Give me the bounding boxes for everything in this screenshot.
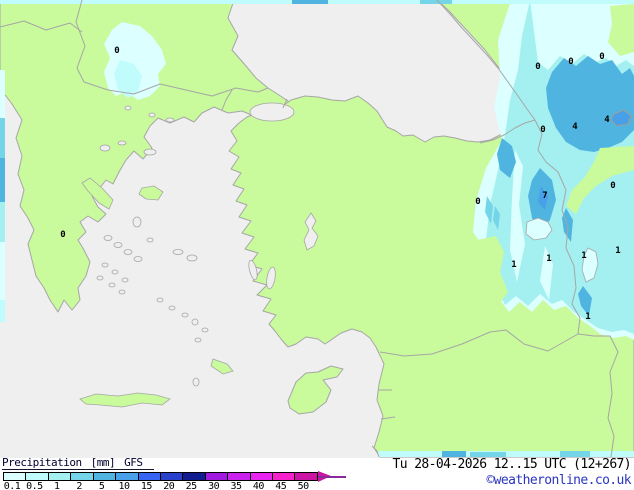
sea-of-marmara — [249, 102, 295, 122]
legend-scale-label: 25 — [185, 481, 198, 490]
legend-scale-label: 5 — [98, 481, 105, 490]
precip-strip-left — [0, 70, 5, 118]
legend-color-bar — [3, 472, 318, 481]
legend-scale-label: 30 — [208, 481, 220, 490]
legend: Precipitation [mm] GFS 0.1 0.5 1 2 5 10 15 20 25 30… — [2, 456, 362, 490]
legend-underline — [2, 469, 154, 470]
legend-scale-label: 50 — [297, 481, 310, 490]
legend-scale-label: 0.5 — [26, 481, 43, 490]
legend-color-step — [48, 473, 72, 480]
forecast-timestamp: Tu 28-04-2026 12..15 UTC (12+267) — [392, 457, 632, 472]
legend-scale-label: 1 — [54, 481, 60, 490]
legend-color-step — [205, 473, 229, 480]
legend-color-step — [160, 473, 184, 480]
legend-scale-label: 40 — [252, 481, 265, 490]
legend-scale-label: 35 — [230, 481, 242, 490]
legend-color-step — [26, 473, 49, 480]
legend-color-step — [250, 473, 274, 480]
weather-map-page: 0000000440711111 Precipitation [mm] GFS 0.… — [0, 0, 634, 490]
legend-title: Precipitation [mm] GFS — [2, 456, 362, 469]
legend-color-step — [273, 473, 296, 480]
legend-color-step — [116, 473, 139, 480]
legend-arrow-tail — [318, 476, 346, 478]
footer: Tu 28-04-2026 12..15 UTC (12+267) ©weath… — [392, 457, 632, 488]
legend-scale-label: 15 — [140, 481, 153, 490]
map-canvas — [0, 0, 634, 458]
copyright-link[interactable]: ©weatheronline.co.uk — [393, 473, 631, 488]
legend-unit: [mm] — [90, 456, 116, 469]
legend-color-step — [183, 473, 206, 480]
legend-scale-label: 2 — [76, 481, 82, 490]
legend-color-step — [295, 473, 317, 480]
legend-scale-label: 45 — [275, 481, 287, 490]
legend-color-step — [71, 473, 94, 480]
legend-parameter: Precipitation — [2, 456, 82, 469]
legend-color-step — [228, 473, 251, 480]
legend-scale-labels: 0.1 0.5 1 2 5 10 15 20 25 30 35 40 45 50 — [2, 481, 342, 490]
legend-scale-label: 10 — [118, 481, 130, 490]
legend-model: GFS — [124, 456, 143, 469]
legend-color-step — [4, 473, 27, 480]
precipitation-map: 0000000440711111 — [0, 0, 634, 458]
legend-color-step — [93, 473, 117, 480]
legend-scale-label: 20 — [163, 481, 175, 490]
legend-color-step — [138, 473, 161, 480]
legend-scale-label: 0.1 — [3, 481, 21, 490]
